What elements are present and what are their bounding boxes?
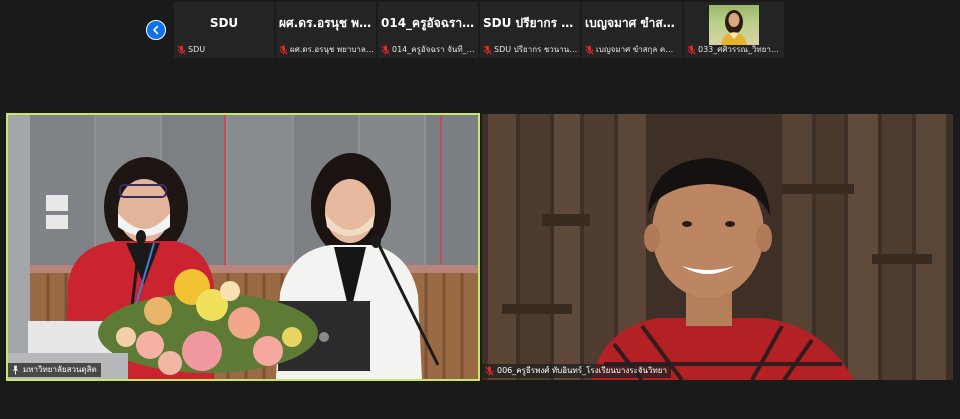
participant-thumbnail-benjamas[interactable]: เบญจมาศ ขำสกุล... เบญจมาศ ขำสกุล คณะมนุ.…: [582, 2, 682, 58]
video-tile-active-speaker[interactable]: มหาวิทยาลัยสวนดุสิต: [6, 113, 480, 381]
thumbnail-name-label: 033_ศศิวรรณ_วิทยาลัยชุ...: [698, 45, 782, 54]
thumbnail-display-name: เบญจมาศ ขำสกุล...: [585, 16, 682, 30]
video-name-label: 006_ครูธีรพงศ์ ทับอินทร์_โรงเรียนบางระจั…: [497, 366, 667, 375]
thumbnail-name-label: SDU ปรียากร ชวนานนท์: [494, 45, 578, 54]
avatar-photo-icon: [721, 10, 747, 45]
thumbnail-display-name: SDU ปรียากร ชว...: [483, 16, 580, 30]
mic-off-icon: [483, 45, 492, 55]
thumbnail-display-name: ผศ.ดร.อรนุช พยา...: [279, 16, 376, 30]
zoom-meeting-window: SDU SDU ผศ.ดร.อรนุช พยา... ผศ.ดร.อรนุช พ…: [0, 0, 960, 419]
participant-thumbnail-preeyakorn[interactable]: SDU ปรียากร ชว... SDU ปรียากร ชวนานนท์: [480, 2, 580, 58]
thumbnail-display-name: 014_ครูอัจฉรา จั...: [381, 16, 478, 30]
thumbnail-name-label: ผศ.ดร.อรนุช พยาบาลศาส...: [290, 45, 374, 54]
mic-off-icon: [485, 366, 494, 376]
thumbnail-footer: ผศ.ดร.อรนุช พยาบาลศาส...: [279, 44, 374, 56]
thumbnail-name-label: เบญจมาศ ขำสกุล คณะมนุ...: [596, 45, 680, 54]
pin-icon: [12, 365, 19, 375]
mic-off-icon: [381, 45, 390, 55]
thumbnail-display-name: SDU: [209, 16, 239, 30]
participant-thumbnail-atchara[interactable]: 014_ครูอัจฉรา จั... 014_ครูอัจฉรา จันที_…: [378, 2, 478, 58]
participant-thumbnail-oranuch[interactable]: ผศ.ดร.อรนุช พยา... ผศ.ดร.อรนุช พยาบาลศาส…: [276, 2, 376, 58]
mic-off-icon: [177, 45, 186, 55]
video-name-tag: มหาวิทยาลัยสวนดุสิต: [8, 363, 101, 377]
video-name-tag: 006_ครูธีรพงศ์ ทับอินทร์_โรงเรียนบางระจั…: [482, 364, 671, 378]
video-feed-two-presenters: [8, 115, 478, 379]
thumbnail-footer: SDU: [177, 44, 272, 56]
thumbnail-name-label: 014_ครูอัจฉรา จันที_วิทยา...: [392, 45, 476, 54]
thumbnail-footer: 014_ครูอัจฉรา จันที_วิทยา...: [381, 44, 476, 56]
participant-thumbnail-sdu[interactable]: SDU SDU: [174, 2, 274, 58]
participant-strip: SDU SDU ผศ.ดร.อรนุช พยา... ผศ.ดร.อรนุช พ…: [0, 0, 960, 60]
video-feed-single-presenter: [482, 114, 953, 380]
avatar: [709, 5, 759, 45]
video-name-label: มหาวิทยาลัยสวนดุสิต: [23, 365, 97, 374]
participant-thumbnail-sasiwan[interactable]: 033_ศศิวรรณ_วิทยาลัยชุ...: [684, 2, 784, 58]
thumbnail-footer: เบญจมาศ ขำสกุล คณะมนุ...: [585, 44, 680, 56]
thumbnail-name-label: SDU: [188, 45, 206, 54]
chevron-left-icon: [153, 25, 159, 35]
mic-off-icon: [279, 45, 288, 55]
thumbnail-footer: SDU ปรียากร ชวนานนท์: [483, 44, 578, 56]
mic-off-icon: [687, 45, 696, 55]
strip-prev-button[interactable]: [146, 20, 166, 40]
thumbnail-footer: 033_ศศิวรรณ_วิทยาลัยชุ...: [687, 44, 782, 56]
video-tile-participant[interactable]: 006_ครูธีรพงศ์ ทับอินทร์_โรงเรียนบางระจั…: [482, 114, 953, 380]
mic-off-icon: [585, 45, 594, 55]
